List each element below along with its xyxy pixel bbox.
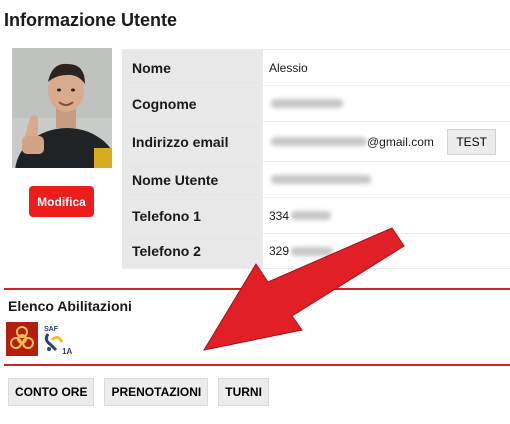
biohazard-icon: [6, 322, 38, 356]
row-label-nome: Nome: [122, 50, 264, 85]
modifica-button[interactable]: Modifica: [29, 186, 94, 217]
row-value-username: [264, 162, 510, 197]
table-row: Nome Alessio: [122, 49, 510, 85]
row-label-email: Indirizzo email: [122, 122, 264, 161]
email-domain: @gmail.com: [367, 134, 434, 149]
abilitazioni-list: SAF 1A: [6, 322, 74, 356]
row-value-cognome: [264, 86, 510, 121]
table-row: Nome Utente: [122, 161, 510, 197]
saf-icon: SAF 1A: [42, 322, 74, 356]
table-row: Indirizzo email @gmail.com TEST: [122, 121, 510, 161]
conto-ore-button[interactable]: CONTO ORE: [8, 378, 95, 406]
row-value-telefono-2: 329: [264, 234, 510, 268]
user-photo: [12, 48, 112, 168]
section-divider: [4, 364, 510, 366]
row-value-email: @gmail.com TEST: [264, 122, 510, 161]
row-label-cognome: Cognome: [122, 86, 264, 121]
user-info-table: Nome Alessio Cognome Indirizzo email @gm…: [122, 49, 510, 269]
page-title: Informazione Utente: [4, 10, 178, 30]
row-label-username: Nome Utente: [122, 162, 264, 197]
table-row: Telefono 1 334: [122, 197, 510, 233]
row-label-telefono-1: Telefono 1: [122, 198, 264, 233]
turni-button[interactable]: TURNI: [218, 378, 269, 406]
action-bar: CONTO ORE PRENOTAZIONI TURNI: [8, 378, 269, 406]
abilitazioni-title: Elenco Abilitazioni: [8, 298, 132, 314]
saf-label: SAF: [44, 326, 59, 333]
table-row: Cognome: [122, 85, 510, 121]
prenotazioni-button[interactable]: PRENOTAZIONI: [104, 378, 209, 406]
row-value-nome: Alessio: [269, 60, 308, 75]
row-value-telefono-1: 334: [264, 198, 510, 233]
section-divider: [4, 288, 510, 290]
table-row: Telefono 2 329: [122, 233, 510, 269]
test-email-button[interactable]: TEST: [447, 129, 496, 155]
phone-1-prefix: 334: [269, 208, 290, 223]
phone-2-prefix: 329: [269, 244, 290, 258]
saf-level: 1A: [62, 347, 72, 356]
row-label-telefono-2: Telefono 2: [122, 234, 264, 268]
